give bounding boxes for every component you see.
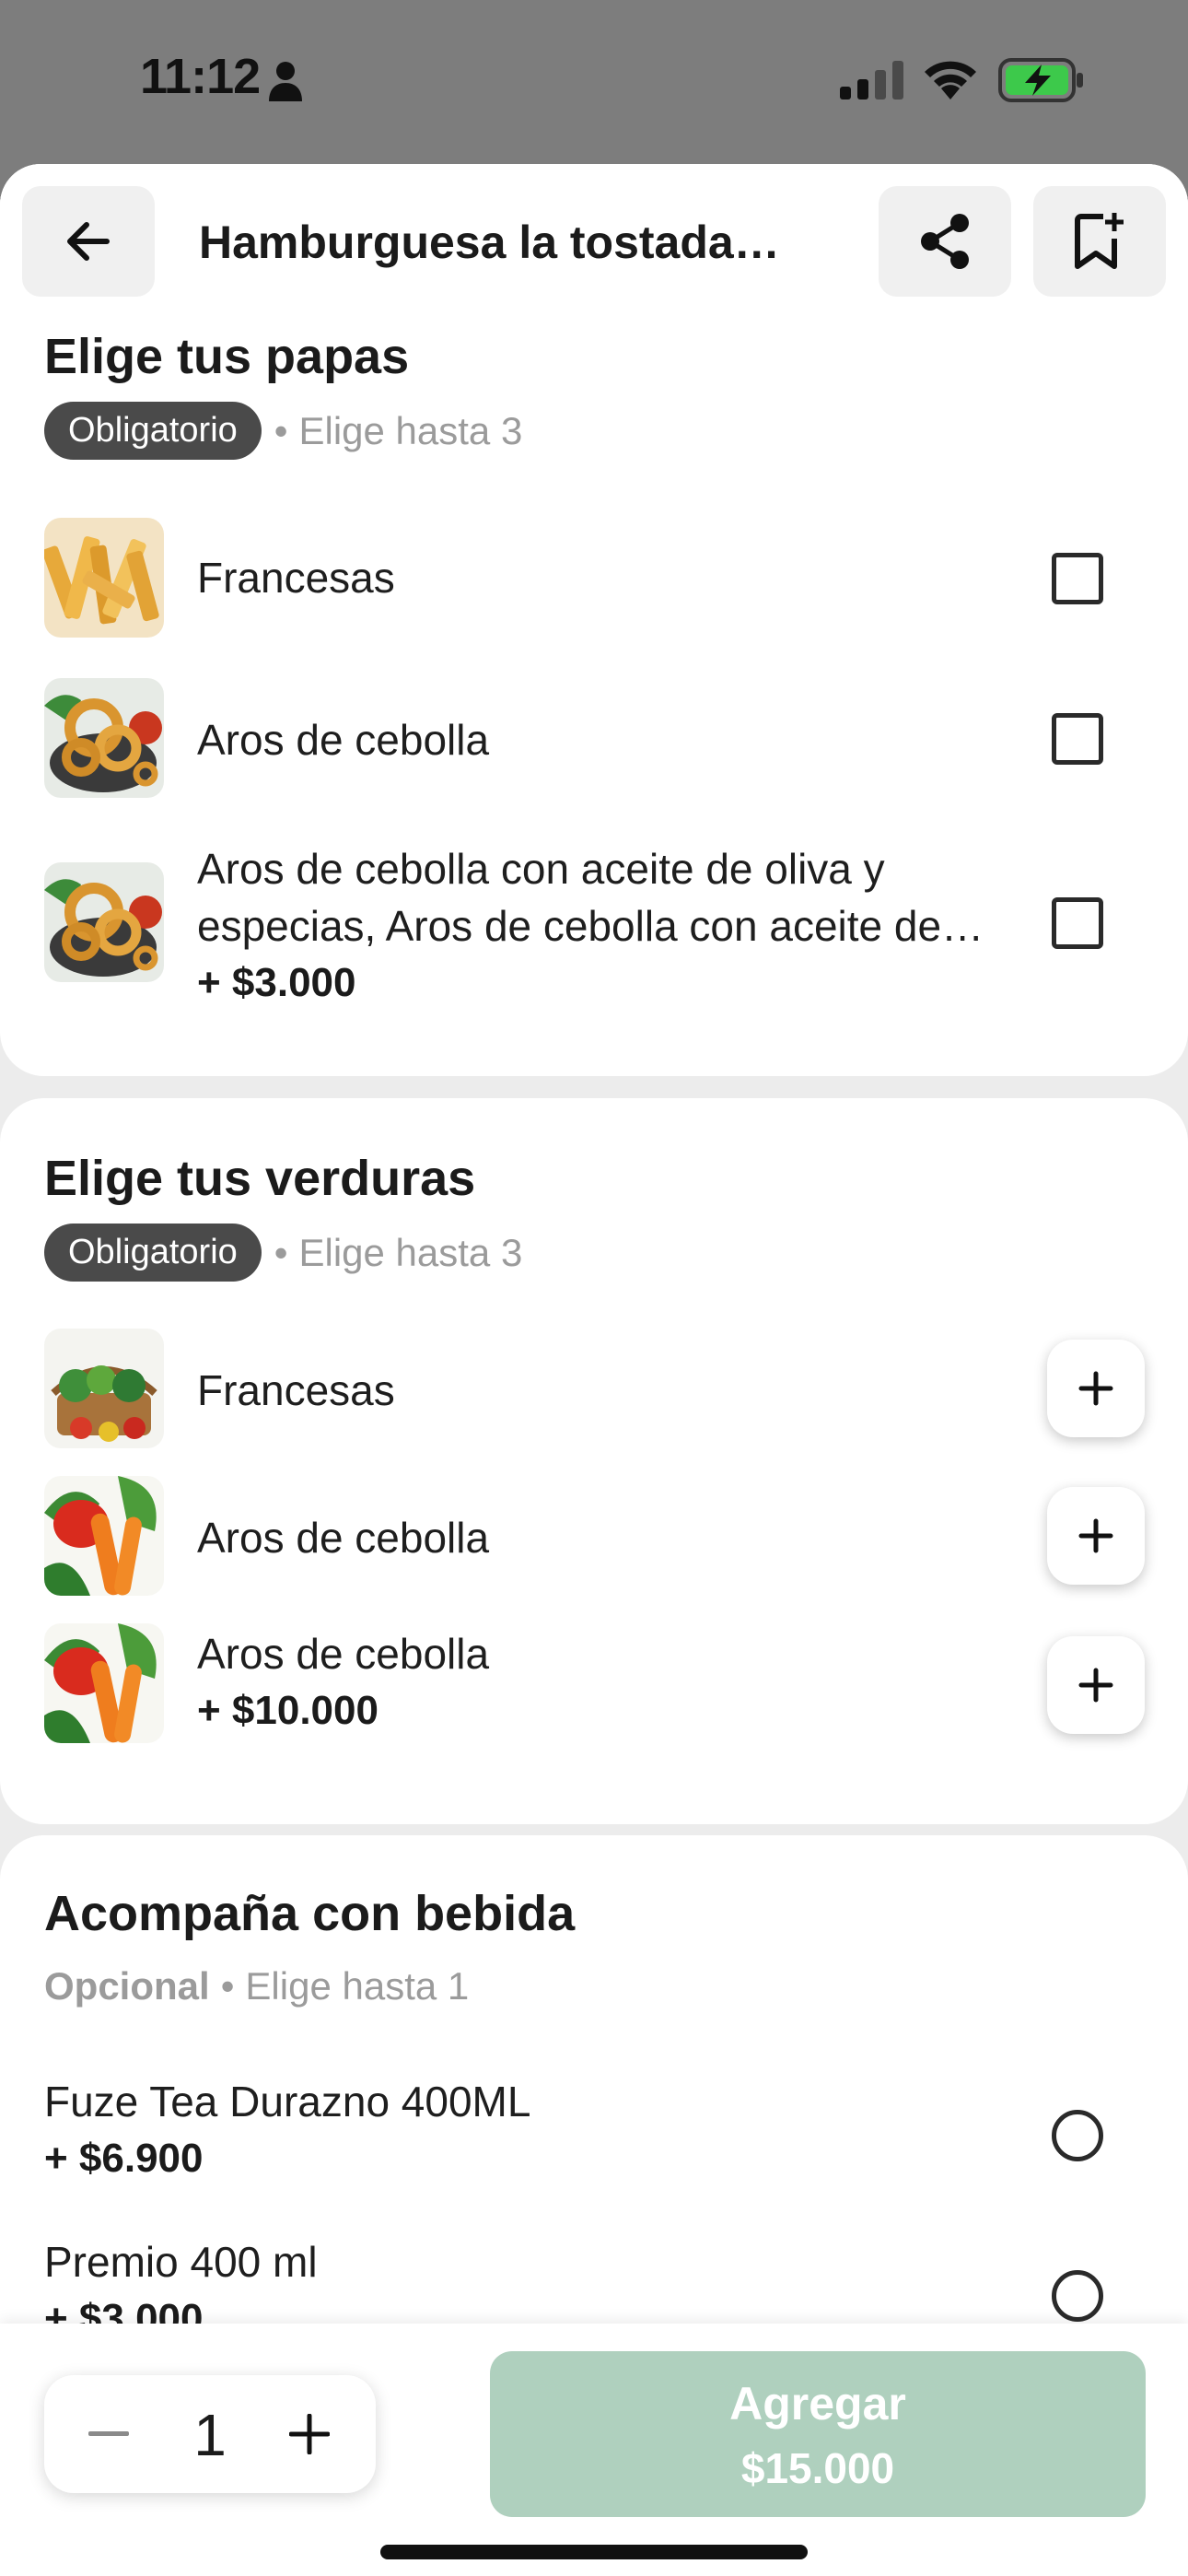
quantity-value: 1	[193, 2402, 227, 2468]
section-meta: Obligatorio • Elige hasta 3	[44, 402, 522, 460]
add-button-label: Agregar	[729, 2378, 906, 2430]
plus-icon	[1078, 1518, 1113, 1553]
vegetables-image	[44, 1476, 164, 1596]
share-button[interactable]	[879, 186, 1011, 297]
option-checkbox[interactable]	[1052, 897, 1103, 949]
add-button-price: $15.000	[740, 2444, 895, 2492]
option-text: Fuze Tea Durazno 400ML + $6.900	[44, 2073, 855, 2187]
section-title: Acompaña con bebida	[44, 1886, 576, 1941]
sheet-header: Hamburguesa la tostada, ...	[0, 164, 1188, 321]
selection-rule: Elige hasta 3	[298, 1230, 523, 1274]
section-verduras: Elige tus verduras Obligatorio • Elige h…	[0, 1098, 1188, 1824]
option-row[interactable]: Francesas	[0, 1329, 1188, 1467]
selection-rule: Elige hasta 3	[298, 408, 523, 452]
share-icon	[921, 214, 969, 269]
option-row[interactable]: Aros de cebolla	[0, 678, 1188, 835]
add-to-cart-button[interactable]: Agregar $15.000	[490, 2351, 1146, 2517]
option-row[interactable]: Aros de cebolla	[0, 1476, 1188, 1614]
onion-rings-image	[44, 862, 164, 982]
separator-dot: •	[220, 1964, 235, 2008]
add-option-button[interactable]	[1047, 1487, 1145, 1585]
fries-image	[44, 518, 164, 638]
section-meta: Opcional • Elige hasta 1	[44, 1964, 469, 2008]
add-option-button[interactable]	[1047, 1636, 1145, 1734]
app-root: 11:12 Hamburguesa la tostada, ... Elige …	[0, 0, 1188, 2576]
option-text: Aros de cebolla + $10.000	[197, 1625, 1007, 1739]
decrease-button[interactable]	[81, 2416, 136, 2453]
option-label: Aros de cebolla	[197, 716, 490, 764]
status-bar: 11:12	[0, 0, 1188, 164]
back-button[interactable]	[22, 186, 155, 297]
vegetables-image	[44, 1623, 164, 1743]
option-radio[interactable]	[1052, 2110, 1103, 2161]
battery-charging-icon	[998, 58, 1083, 102]
required-badge: Obligatorio	[44, 402, 262, 460]
option-label: Premio 400 ml	[44, 2238, 318, 2286]
option-text: Aros de cebolla con aceite de oliva y es…	[197, 840, 1007, 1012]
bookmark-add-icon	[1075, 213, 1124, 269]
arrow-left-icon	[67, 222, 110, 261]
plus-icon	[1078, 1668, 1113, 1703]
selection-rule: Elige hasta 1	[245, 1964, 470, 2008]
bottom-action-bar: 1 Agregar $15.000	[0, 2324, 1188, 2576]
add-option-button[interactable]	[1047, 1340, 1145, 1437]
status-time: 11:12	[140, 49, 261, 104]
plus-icon	[289, 2414, 330, 2454]
separator-dot: •	[274, 1230, 288, 1274]
bookmark-button[interactable]	[1033, 186, 1166, 297]
option-label: Aros de cebolla	[197, 1630, 490, 1678]
option-label: Aros de cebolla con aceite de oliva y es…	[197, 845, 942, 950]
option-row[interactable]: Aros de cebolla + $10.000	[0, 1620, 1188, 1767]
wifi-icon	[925, 61, 976, 100]
required-badge: Obligatorio	[44, 1224, 262, 1282]
cellular-signal-icon	[840, 61, 903, 100]
separator-dot: •	[274, 408, 288, 452]
option-checkbox[interactable]	[1052, 713, 1103, 765]
quantity-stepper: 1	[44, 2375, 376, 2493]
option-label: Francesas	[197, 554, 395, 602]
section-title: Elige tus papas	[44, 329, 410, 384]
plus-icon	[1078, 1371, 1113, 1406]
section-meta: Obligatorio • Elige hasta 3	[44, 1224, 522, 1282]
option-price: + $6.900	[44, 2136, 204, 2181]
person-icon	[269, 62, 302, 101]
home-indicator	[380, 2545, 808, 2559]
minus-icon	[88, 2431, 129, 2436]
option-label: Aros de cebolla	[197, 1514, 490, 1562]
option-row[interactable]: Fuze Tea Durazno 400ML + $6.900	[0, 2069, 1188, 2189]
vegetable-basket-image	[44, 1329, 164, 1448]
option-checkbox[interactable]	[1052, 553, 1103, 604]
option-row[interactable]: Francesas	[0, 518, 1188, 674]
option-radio[interactable]	[1052, 2270, 1103, 2322]
option-label: Fuze Tea Durazno 400ML	[44, 2078, 531, 2125]
page-title: Hamburguesa la tostada, ...	[199, 217, 788, 268]
increase-button[interactable]	[282, 2406, 337, 2462]
option-row[interactable]: Aros de cebolla con aceite de oliva y es…	[0, 840, 1188, 1025]
product-sheet: Hamburguesa la tostada, ... Elige tus pa…	[0, 164, 1188, 2576]
optional-label: Opcional	[44, 1964, 210, 2008]
option-price: + $3.000	[197, 960, 356, 1005]
option-label: Francesas	[197, 1366, 395, 1414]
option-price: + $10.000	[197, 1688, 379, 1733]
onion-rings-image	[44, 678, 164, 798]
section-title: Elige tus verduras	[44, 1151, 476, 1206]
